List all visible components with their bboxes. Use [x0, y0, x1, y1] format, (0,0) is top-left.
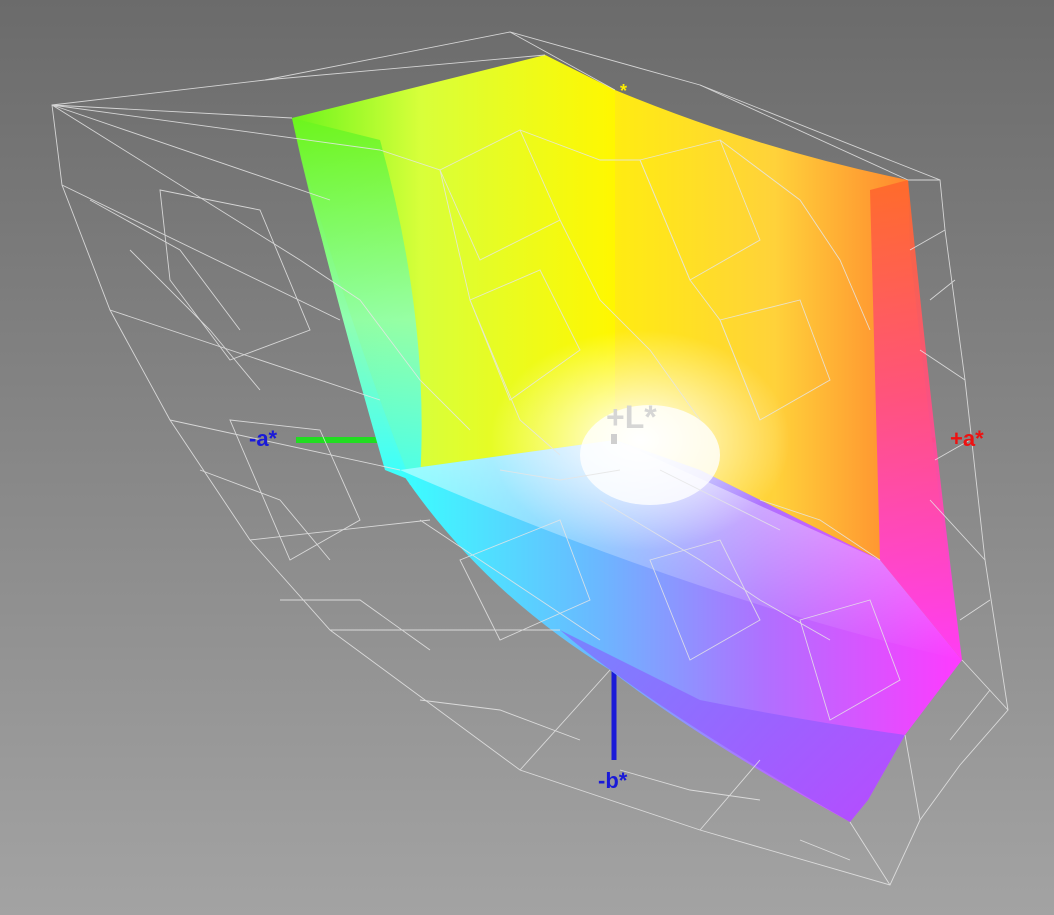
neg-b-axis-label: -b*: [598, 768, 628, 793]
l-axis-tick: [611, 434, 617, 444]
gamut-solid: [292, 55, 962, 822]
pos-a-axis-label: +a*: [950, 426, 984, 451]
pos-b-axis-label: *: [620, 81, 628, 101]
l-axis-marker: [611, 434, 617, 444]
gamut-3d-view: [51, 31, 1009, 886]
pos-l-axis-label: +L*: [606, 399, 657, 435]
neg-a-axis-label: -a*: [249, 426, 278, 451]
